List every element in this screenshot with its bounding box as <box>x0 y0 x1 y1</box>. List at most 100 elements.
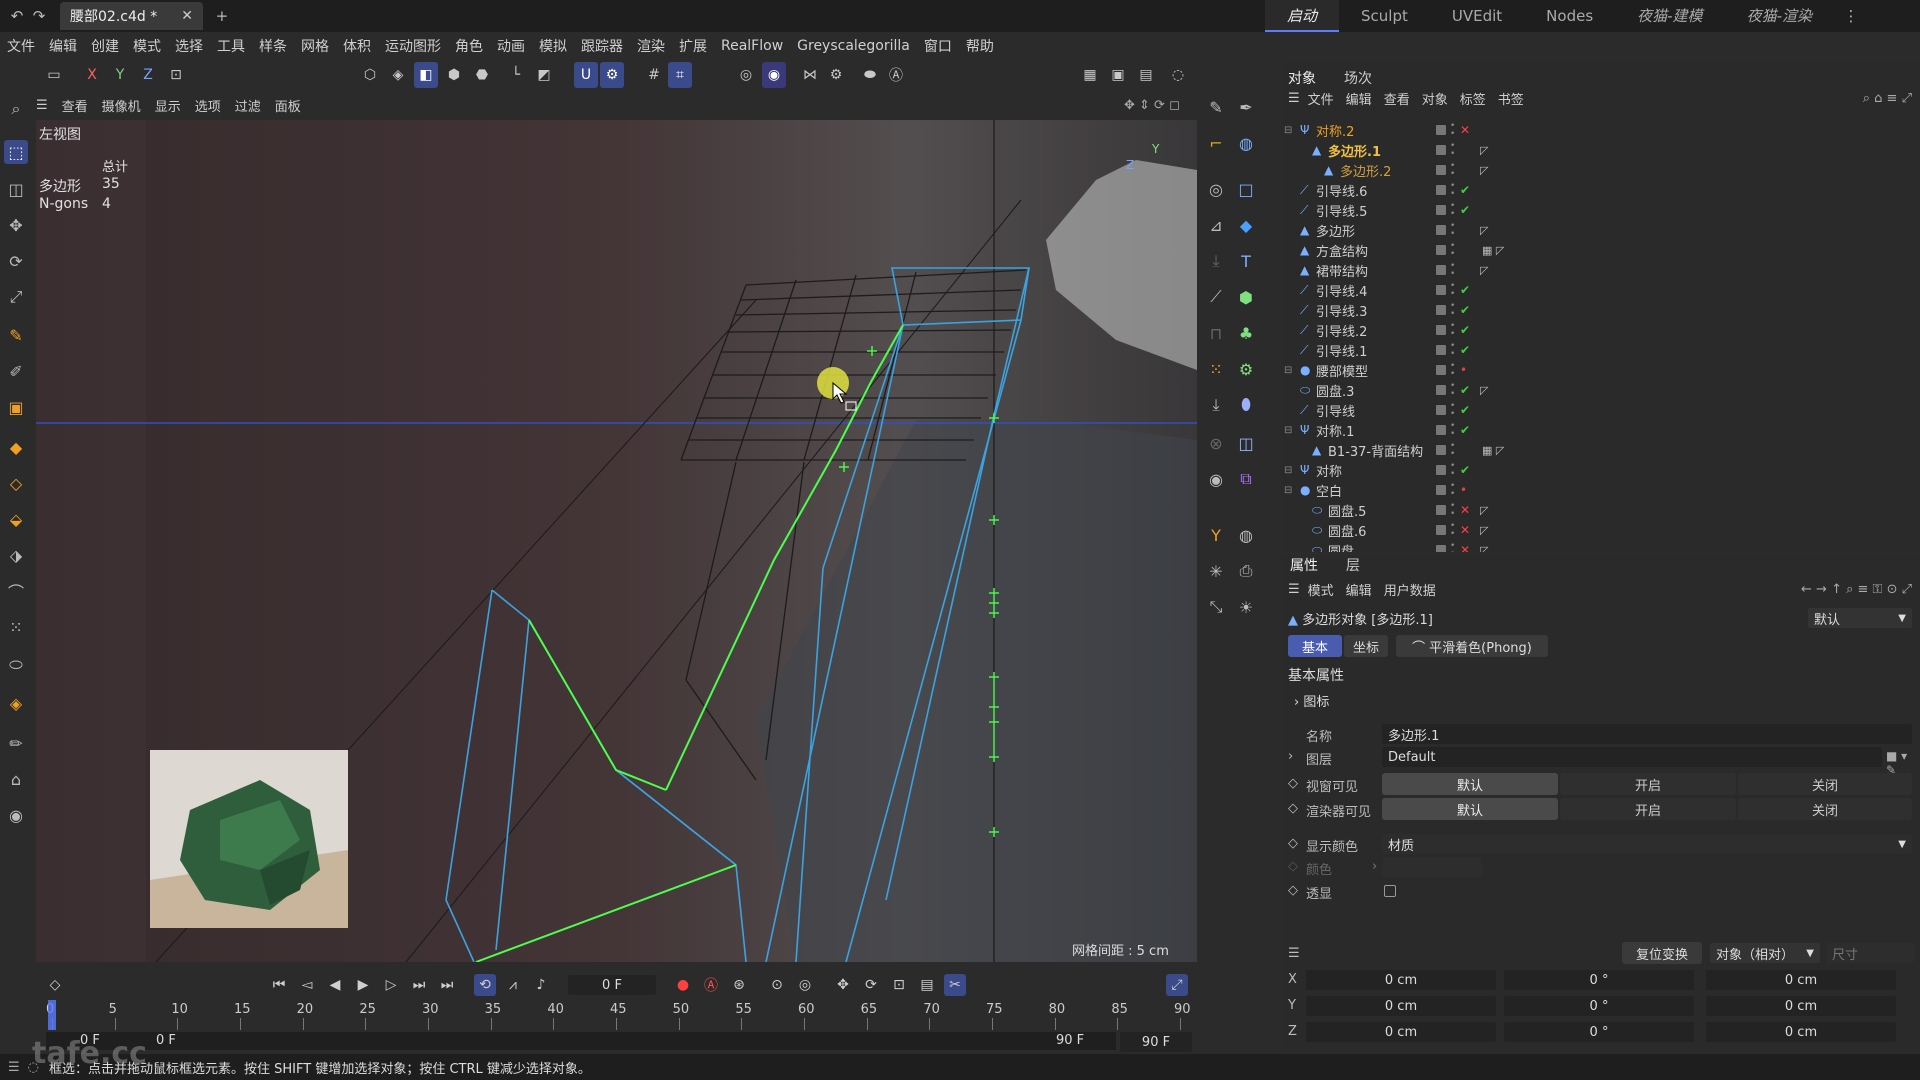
render-queue-icon[interactable]: ◌ <box>1166 62 1190 88</box>
object-row[interactable]: ⊟ Ψ 对称.2 • • ✕ <box>1282 120 1920 140</box>
layout-uvedit[interactable]: UVEdit <box>1430 0 1524 32</box>
bend-icon[interactable]: ⌒ <box>4 579 28 603</box>
text-spline-icon[interactable]: T <box>1234 249 1258 273</box>
layer-swatch[interactable] <box>1436 245 1446 255</box>
menu-select[interactable]: 选择 <box>168 36 210 56</box>
menu-mode[interactable]: 模式 <box>126 36 168 56</box>
coordinates-menu-icon[interactable]: ☰ <box>1288 946 1300 961</box>
object-row[interactable]: ⟋ 引导线.6 • • ✔ <box>1282 180 1920 200</box>
document-tab[interactable]: 腰部02.c4d * ✕ <box>60 2 203 30</box>
tab-attributes[interactable]: 属性 <box>1290 555 1318 575</box>
layer-swatch[interactable] <box>1436 365 1446 375</box>
viewport-menu-icon[interactable]: ☰ <box>36 98 48 113</box>
snap-icon[interactable]: U <box>574 62 598 88</box>
enabled-check-icon[interactable]: ✔ <box>1460 183 1470 197</box>
object-row[interactable]: ⟋ 引导线.3 • • ✔ <box>1282 300 1920 320</box>
coord-scale-field[interactable]: 0 cm <box>1706 970 1896 990</box>
visibility-dots-icon[interactable]: •• <box>1450 122 1455 139</box>
symmetry-toggle-icon[interactable]: ◉ <box>762 62 786 88</box>
range-slider[interactable]: 0 F 0 F 90 F <box>46 1032 1116 1050</box>
object-row[interactable]: ⟋ 引导线 • • ✔ <box>1282 400 1920 420</box>
param-key-icon[interactable]: ▤ <box>916 974 938 996</box>
field-icon[interactable]: ⧉ <box>1234 467 1258 491</box>
keyframe-diamond-icon[interactable]: ◇ <box>1288 801 1298 816</box>
status-dot-icon[interactable]: • <box>1460 483 1467 497</box>
viewport-menu-camera[interactable]: 摄像机 <box>102 96 141 115</box>
menu-tracker[interactable]: 跟踪器 <box>574 36 630 56</box>
layer-swatch[interactable] <box>1436 405 1446 415</box>
viewport-menu-display[interactable]: 显示 <box>155 96 181 115</box>
layer-swatch[interactable] <box>1436 145 1446 155</box>
cube-primitive-icon[interactable]: ◆ <box>1234 213 1258 237</box>
enabled-check-icon[interactable]: ✔ <box>1460 303 1470 317</box>
visibility-dots-icon[interactable]: •• <box>1450 402 1455 419</box>
next-key-icon[interactable]: ⏭ <box>408 974 430 996</box>
visibility-dots-icon[interactable]: •• <box>1450 462 1455 479</box>
position-key-icon[interactable]: ✥ <box>832 974 854 996</box>
bridge-icon[interactable]: ⊓ <box>1204 321 1228 345</box>
visibility-dots-icon[interactable]: •• <box>1450 242 1455 259</box>
camera-icon[interactable]: ◉ <box>4 803 28 827</box>
spline-pen-icon[interactable]: ⌐ <box>1204 131 1228 155</box>
phong-tag-icon[interactable]: ◸ <box>1480 144 1488 157</box>
cube-polys-icon[interactable]: ⬙ <box>4 507 28 531</box>
spline-tool-icon[interactable]: Y <box>1204 523 1228 547</box>
rotate-tool-icon[interactable]: ⟳ <box>4 249 28 273</box>
attribute-nav-icons[interactable]: ← → ↑ ⌕ ≡ ⚿ ⊙ ⤢ <box>1801 582 1912 597</box>
layer-swatch[interactable] <box>1436 485 1446 495</box>
menu-greyscalegorilla[interactable]: Greyscalegorilla <box>790 38 917 54</box>
menu-simulate[interactable]: 模拟 <box>532 36 574 56</box>
object-row[interactable]: ▲ 方盒结构 • • ▦ ◸ <box>1282 240 1920 260</box>
render-visible-off[interactable]: 关闭 <box>1738 798 1912 820</box>
viewport-menu-options[interactable]: 选项 <box>195 96 221 115</box>
enabled-check-icon[interactable]: ✔ <box>1460 463 1470 477</box>
light-icon[interactable]: ☀ <box>1234 595 1258 619</box>
drop-icon[interactable]: ⤓ <box>1204 393 1228 417</box>
sound-icon[interactable]: ♪ <box>530 974 552 996</box>
pla-key-icon[interactable]: ✂ <box>944 974 966 996</box>
prev-frame-icon[interactable]: ◀ <box>324 974 346 996</box>
layer-swatch[interactable] <box>1436 125 1446 135</box>
fracture-icon[interactable]: ♣ <box>1234 321 1258 345</box>
phong-tag-icon[interactable]: ◸ <box>1480 164 1488 177</box>
playhead[interactable] <box>48 1000 56 1030</box>
coord-pos-field[interactable]: 0 cm <box>1306 996 1496 1016</box>
visibility-dots-icon[interactable]: •• <box>1450 522 1455 539</box>
grid-snap-icon[interactable]: ⌗ <box>668 62 692 88</box>
object-row[interactable]: ⟋ 引导线.4 • • ✔ <box>1282 280 1920 300</box>
object-row[interactable]: ⟋ 引导线.1 • • ✔ <box>1282 340 1920 360</box>
render-visible-default[interactable]: 默认 <box>1382 798 1558 820</box>
layer-swatch[interactable] <box>1436 545 1446 552</box>
layer-swatch[interactable] <box>1436 285 1446 295</box>
object-row[interactable]: ⊟ ● 腰部模型 • • • <box>1282 360 1920 380</box>
coord-scale-field[interactable]: 0 cm <box>1706 1022 1896 1042</box>
object-row[interactable]: ▲ 多边形.2 • • ◸ <box>1282 160 1920 180</box>
menu-file[interactable]: 文件 <box>0 36 42 56</box>
pen-icon[interactable]: ✒ <box>1234 95 1258 119</box>
visibility-dots-icon[interactable]: •• <box>1450 182 1455 199</box>
tab-layers[interactable]: 层 <box>1346 555 1360 575</box>
menu-help[interactable]: 帮助 <box>959 36 1001 56</box>
phong-tag-icon[interactable]: ◸ <box>1480 504 1488 517</box>
axis-mode-icon[interactable]: └ <box>504 62 528 88</box>
visibility-dots-icon[interactable]: •• <box>1450 162 1455 179</box>
record-icon[interactable]: ● <box>672 974 694 996</box>
square-spline-icon[interactable]: □ <box>1234 177 1258 201</box>
visibility-dots-icon[interactable]: •• <box>1450 542 1455 553</box>
scale-tool-icon[interactable]: ⤢ <box>4 285 28 309</box>
camera-object-icon[interactable]: ⎙ <box>1234 559 1258 583</box>
menu-character[interactable]: 角色 <box>448 36 490 56</box>
lock-z-axis[interactable]: Z <box>136 62 160 88</box>
undo-icon[interactable]: ↶ <box>6 5 28 27</box>
lock-x-axis[interactable]: X <box>80 62 104 88</box>
object-row[interactable]: ⬭ 圆盘.3 • • ✔ ◸ <box>1282 380 1920 400</box>
visibility-dots-icon[interactable]: •• <box>1450 282 1455 299</box>
sketch-icon[interactable]: ✎ <box>1204 95 1228 119</box>
xray-checkbox[interactable] <box>1384 885 1396 897</box>
menu-animate[interactable]: 动画 <box>490 36 532 56</box>
keyframe-icon[interactable]: ◇ <box>44 974 66 996</box>
reset-transform-button[interactable]: 复位变换 <box>1622 942 1702 964</box>
attribute-menu-userdata[interactable]: 用户数据 <box>1384 580 1436 599</box>
object-menu-edit[interactable]: 编辑 <box>1346 89 1372 108</box>
layer-swatch[interactable] <box>1436 465 1446 475</box>
